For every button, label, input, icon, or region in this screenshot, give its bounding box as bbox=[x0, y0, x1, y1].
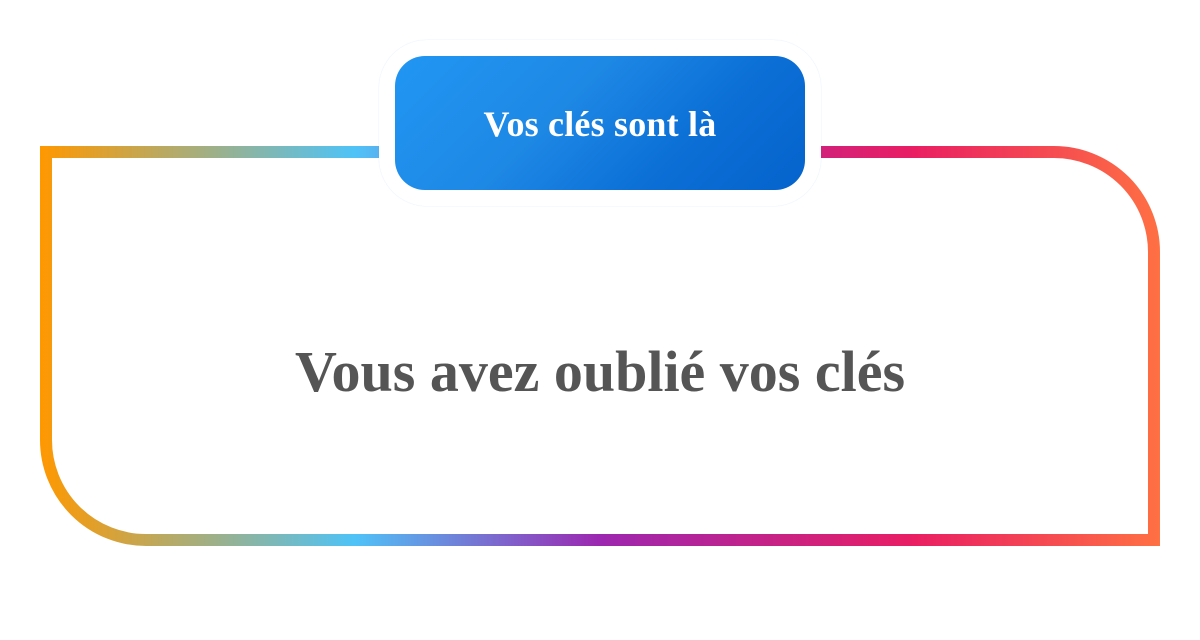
card: Vos clés sont là Vous avez oublié vos cl… bbox=[0, 0, 1200, 640]
tab-label: Vos clés sont là bbox=[483, 104, 717, 144]
main-message: Vous avez oublié vos clés bbox=[294, 339, 906, 404]
title-tab: Vos clés sont là bbox=[395, 56, 805, 190]
